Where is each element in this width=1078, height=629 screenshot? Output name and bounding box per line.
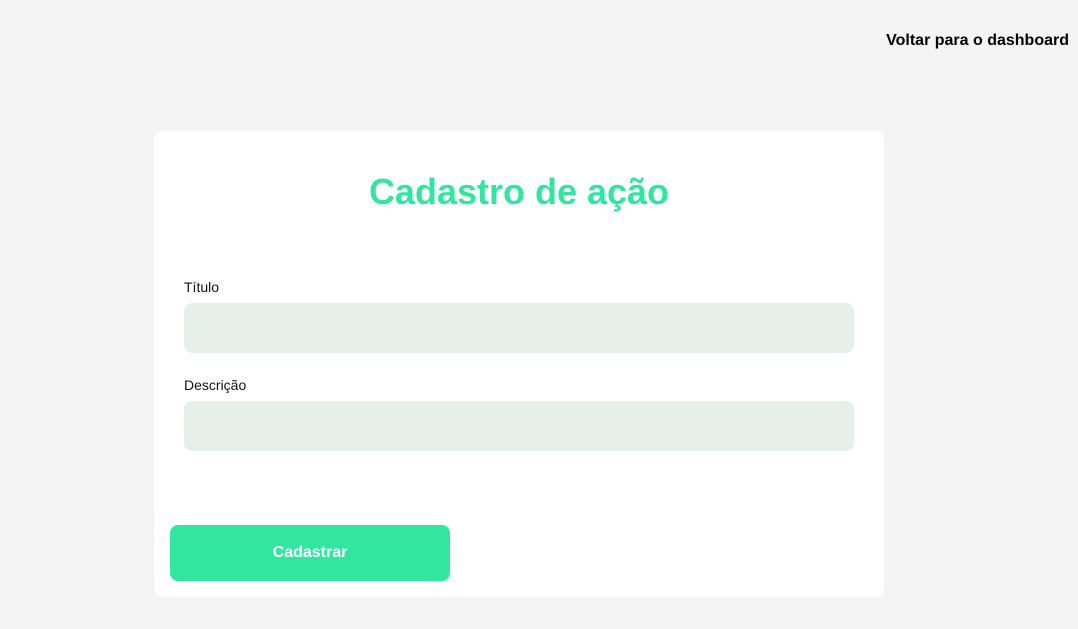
description-field[interactable] bbox=[184, 401, 854, 451]
action-form-card: Cadastro de ação Título Descrição Cadast… bbox=[154, 131, 884, 597]
page-title: Cadastro de ação bbox=[368, 171, 670, 212]
title-field-label: Título bbox=[184, 279, 220, 295]
description-field-label: Descrição bbox=[184, 377, 247, 393]
title-field[interactable] bbox=[184, 303, 854, 353]
back-to-dashboard-link[interactable]: Voltar para o dashboard bbox=[886, 32, 1069, 50]
submit-button[interactable]: Cadastrar bbox=[170, 525, 450, 581]
